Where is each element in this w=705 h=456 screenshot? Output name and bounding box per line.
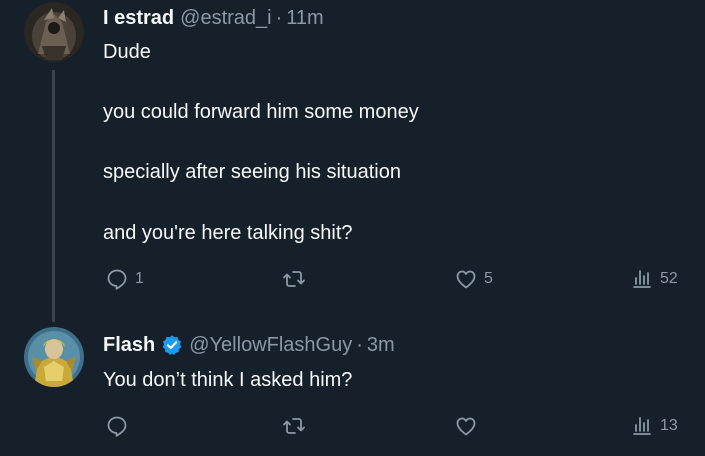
like-button[interactable]: 5 [454, 267, 493, 291]
avatar-estrad[interactable] [24, 2, 84, 62]
tweet-text-line: Dude [103, 41, 151, 63]
tweet-header: Flash @YellowFlashGuy · 3m [103, 332, 395, 358]
retweet-icon [283, 418, 305, 434]
user-handle[interactable]: @estrad_i [180, 5, 271, 31]
views-count: 13 [660, 417, 678, 434]
thread-connector-line [52, 70, 55, 322]
reply-button[interactable] [105, 414, 135, 438]
reply-icon [107, 269, 127, 290]
like-button[interactable] [454, 414, 484, 438]
views-count: 52 [660, 270, 678, 287]
retweet-button[interactable] [282, 414, 312, 438]
views-button[interactable]: 13 [630, 414, 678, 438]
like-count: 5 [484, 270, 493, 287]
avatar-flash[interactable] [24, 327, 84, 387]
like-icon [456, 270, 476, 289]
views-icon [633, 270, 651, 288]
tweet-text-line: You don’t think I asked him? [103, 369, 353, 391]
avatar-image [24, 327, 84, 387]
views-button[interactable]: 52 [630, 267, 678, 291]
verified-badge-icon [161, 334, 183, 356]
views-icon [633, 417, 651, 435]
timestamp[interactable]: 11m [286, 5, 323, 31]
like-icon [456, 417, 476, 436]
timestamp[interactable]: 3m [367, 332, 395, 358]
display-name[interactable]: I estrad [103, 5, 174, 31]
tweet-text-line: you could forward him some money [103, 101, 419, 123]
reply-count: 1 [135, 270, 144, 287]
display-name[interactable]: Flash [103, 332, 155, 358]
conversation-thread: I estrad @estrad_i · 11m Dude you could … [0, 0, 705, 456]
avatar-image [24, 2, 84, 62]
user-handle[interactable]: @YellowFlashGuy [189, 332, 352, 358]
reply-button[interactable]: 1 [105, 267, 144, 291]
tweet-text-line: and you're here talking shit? [103, 222, 353, 244]
tweet-text-line: specially after seeing his situation [103, 161, 401, 183]
separator-dot: · [356, 334, 363, 356]
retweet-icon [283, 271, 305, 287]
retweet-button[interactable] [282, 267, 312, 291]
separator-dot: · [275, 7, 283, 29]
tweet-header: I estrad @estrad_i · 11m [103, 5, 324, 31]
reply-icon [107, 416, 127, 437]
